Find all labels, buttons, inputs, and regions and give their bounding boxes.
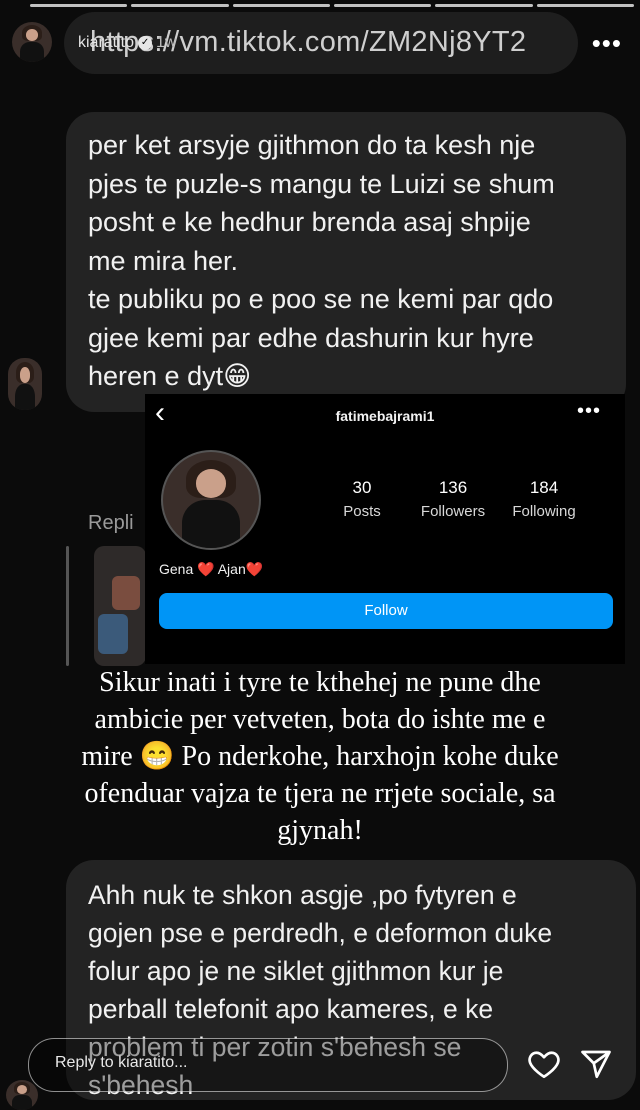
bio-name: Gena <box>159 561 194 577</box>
reply-thumbnail <box>94 546 146 666</box>
profile-bio: Gena ❤️ Ajan❤️ <box>159 561 263 578</box>
like-heart-icon[interactable] <box>526 1046 562 1082</box>
more-dots-icon[interactable]: ••• <box>577 400 601 423</box>
caption-line: gjynah! <box>277 815 363 846</box>
heart-icon: ❤️ <box>197 561 215 577</box>
story-author-avatar[interactable] <box>12 22 52 62</box>
stat-label: Posts <box>343 503 381 520</box>
comment-line: heren e dyt😁 <box>88 361 252 391</box>
caption-line: Sikur inati i tyre te kthehej ne pune dh… <box>99 667 541 698</box>
heart-icon: ❤️ <box>245 561 264 577</box>
story-author[interactable]: kiaratito ✓ 1w <box>78 34 176 52</box>
reply-input[interactable]: Reply to kiaratito... <box>28 1038 508 1092</box>
reply-thread-line <box>66 546 69 666</box>
comment-bubble: per ket arsyje gjithmon do ta kesh nje p… <box>66 112 626 412</box>
bottom-avatar <box>6 1080 38 1110</box>
comment-line: te publiku po e poo se ne kemi par qdo <box>88 284 554 314</box>
comment-line: posht e ke hedhur brenda asaj shpije <box>88 207 531 237</box>
stat-value: 30 <box>352 478 372 497</box>
comment-line: gojen pse e perdredh, e deformon duke <box>88 918 553 948</box>
progress-segment <box>333 4 432 7</box>
commenter-avatar <box>8 358 42 410</box>
stat-posts[interactable]: 30 Posts <box>317 478 407 520</box>
reply-label: Repli <box>88 512 134 534</box>
send-icon[interactable] <box>578 1046 614 1082</box>
progress-segment <box>30 4 128 7</box>
stat-value: 136 <box>438 478 468 497</box>
stat-following[interactable]: 184 Following <box>499 478 589 520</box>
comment-line: gjee kemi par edhe dashurin kur hyre <box>88 322 534 353</box>
stat-followers[interactable]: 136 Followers <box>408 478 498 520</box>
comment-line: per ket arsyje gjithmon do ta kesh nje <box>88 130 536 160</box>
progress-segment <box>536 4 634 7</box>
bio-name: Ajan <box>217 561 246 577</box>
comment-line: pjes te puzle-s mangu te Luizi se shum <box>88 168 555 199</box>
verified-icon: ✓ <box>138 36 153 50</box>
comment-line: me mira her. <box>88 245 239 276</box>
progress-segment <box>232 4 330 7</box>
story-progress-bar <box>30 4 634 7</box>
follow-button[interactable]: Follow <box>159 593 613 629</box>
profile-avatar[interactable] <box>161 450 261 550</box>
story-time: 1w <box>156 34 177 51</box>
comment-line: Ahh nuk te shkon asgje ,po fytyren e <box>88 880 517 910</box>
caption-line: ofenduar vajza te tjera ne rrjete social… <box>84 778 556 809</box>
more-options-icon[interactable]: ••• <box>592 28 622 59</box>
comment-line: perball telefonit apo kameres, e ke <box>88 994 494 1024</box>
stat-label: Following <box>512 503 576 520</box>
comment-line: folur apo je ne siklet gjithmon kur je <box>88 956 504 986</box>
stat-label: Followers <box>420 503 486 520</box>
profile-screenshot: ‹ fatimebajrami1 ••• 30 Posts 136 Follow… <box>145 394 625 664</box>
profile-username: fatimebajrami1 <box>335 408 435 424</box>
progress-segment <box>131 4 229 7</box>
story-caption: Sikur inati i tyre te kthehej ne pune dh… <box>40 664 600 849</box>
stat-value: 184 <box>529 478 559 497</box>
comment-text: per ket arsyje gjithmon do ta kesh nje p… <box>88 126 608 396</box>
reply-placeholder[interactable]: Reply to kiaratito... <box>55 1054 188 1072</box>
progress-segment <box>435 4 533 7</box>
story-username[interactable]: kiaratito <box>78 34 134 52</box>
caption-line: ambicie per vetveten, bota do ishte me e <box>94 704 546 735</box>
caption-line: mire 😁 Po nderkohe, harxhojn kohe duke <box>81 741 559 772</box>
